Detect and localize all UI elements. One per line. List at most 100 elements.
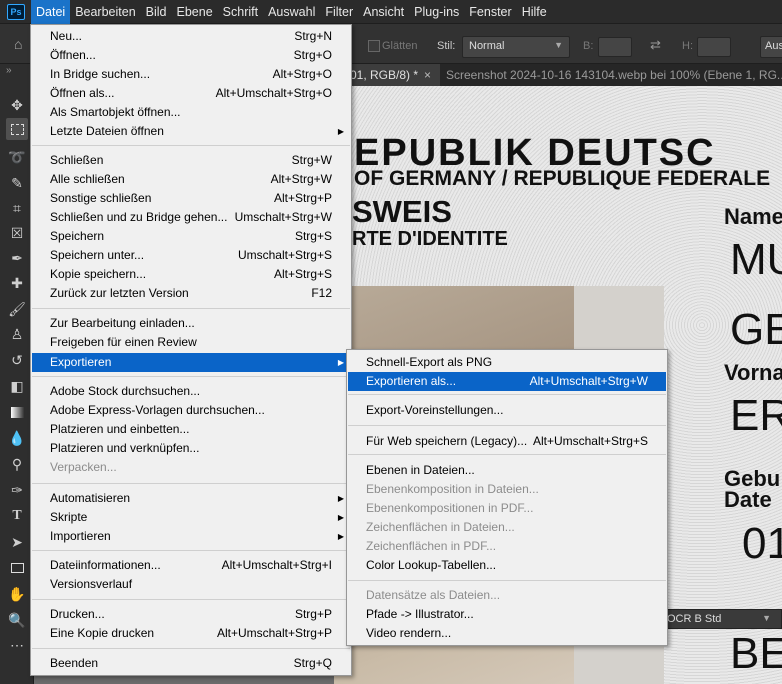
hand-tool-icon[interactable]: ✋ <box>6 583 28 605</box>
datei-item-platzieren-und-verknuepfen[interactable]: Platzieren und verknüpfen... <box>32 439 350 458</box>
photoshop-window: Ps Datei Bearbeiten Bild Ebene Schrift A… <box>0 0 782 684</box>
menu-filter[interactable]: Filter <box>320 0 358 24</box>
type-tool-icon[interactable]: T <box>6 505 28 527</box>
export-item-fuer-web-speichern-legacy[interactable]: Für Web speichern (Legacy)... Alt+Umschal… <box>348 432 666 451</box>
datei-item-neu[interactable]: Neu... Strg+N <box>32 27 350 46</box>
datei-item-schliessen-und-zu-bridge-gehen[interactable]: Schließen und zu Bridge gehen... Umschalt… <box>32 208 350 227</box>
menu-item-label: Zeichenflächen in PDF... <box>366 539 497 553</box>
datei-item-importieren[interactable]: Importieren ▶ <box>32 527 350 546</box>
menu-item-label: Neu... <box>50 29 83 43</box>
magic-wand-icon[interactable]: ✎ <box>6 172 28 194</box>
dodge-tool-icon[interactable]: ⚲ <box>6 453 28 475</box>
healing-brush-icon[interactable]: ✚ <box>6 272 28 294</box>
menu-separator <box>32 483 350 484</box>
lasso-tool-icon[interactable]: ➰ <box>6 146 28 168</box>
export-item-export-voreinstellungen[interactable]: Export-Voreinstellungen... <box>348 401 666 420</box>
pen-tool-icon[interactable]: ✑ <box>6 479 28 501</box>
menu-hilfe[interactable]: Hilfe <box>517 0 552 24</box>
stil-select[interactable]: Normal ▼ <box>462 36 570 58</box>
menu-item-label: Öffnen als... <box>50 86 115 100</box>
height-input[interactable] <box>697 37 731 57</box>
path-selection-icon[interactable]: ➤ <box>6 531 28 553</box>
vorname-value: ER <box>730 391 782 440</box>
datei-item-beenden[interactable]: Beenden Strg+Q <box>32 654 350 673</box>
tab-current-document[interactable]: 01, RGB/8) * × <box>344 64 440 86</box>
datei-item-zurueck-zur-letzten-version[interactable]: Zurück zur letzten Version F12 <box>32 284 350 303</box>
rectangle-tool-icon[interactable] <box>6 557 28 579</box>
datei-item-eine-kopie-drucken[interactable]: Eine Kopie drucken Alt+Umschalt+Strg+P <box>32 624 350 643</box>
stamp-tool-icon[interactable]: ♙ <box>6 323 28 345</box>
datei-item-adobe-stock-durchsuchen[interactable]: Adobe Stock durchsuchen... <box>32 382 350 401</box>
menu-plugins[interactable]: Plug-ins <box>409 0 464 24</box>
submenu-arrow-icon: ▶ <box>337 127 344 136</box>
menu-item-label: Schnell-Export als PNG <box>366 355 493 369</box>
datei-item-sonstige-schliessen[interactable]: Sonstige schließen Alt+Strg+P <box>32 189 350 208</box>
collapse-icon[interactable]: » <box>6 65 12 76</box>
menu-item-shortcut: Umschalt+Strg+W <box>234 210 332 224</box>
datei-item-freigeben-fuer-einen-review[interactable]: Freigeben für einen Review <box>32 333 350 352</box>
datei-item-als-smartobjekt-oeffnen[interactable]: Als Smartobjekt öffnen... <box>32 103 350 122</box>
datei-item-in-bridge-suchen[interactable]: In Bridge suchen... Alt+Strg+O <box>32 65 350 84</box>
menu-item-label: Schließen <box>50 153 104 167</box>
menu-separator <box>32 308 350 309</box>
frame-tool-icon[interactable]: ☒ <box>6 222 28 244</box>
eraser-icon[interactable]: ◧ <box>6 375 28 397</box>
datei-item-skripte[interactable]: Skripte ▶ <box>32 508 350 527</box>
move-tool-icon[interactable]: ✥ <box>6 94 28 116</box>
home-icon[interactable]: ⌂ <box>14 36 22 52</box>
datei-item-drucken[interactable]: Drucken... Strg+P <box>32 605 350 624</box>
datei-item-exportieren[interactable]: Exportieren ▶ <box>32 353 350 372</box>
datei-item-versionsverlauf[interactable]: Versionsverlauf <box>32 575 350 594</box>
crop-tool-icon[interactable]: ⌗ <box>6 197 28 219</box>
export-item-exportieren-als[interactable]: Exportieren als... Alt+Umschalt+Strg+W <box>348 372 666 391</box>
blur-tool-icon[interactable]: 💧 <box>6 427 28 449</box>
width-input[interactable] <box>598 37 632 57</box>
datei-item-automatisieren[interactable]: Automatisieren ▶ <box>32 489 350 508</box>
datei-item-zur-bearbeitung-einladen[interactable]: Zur Bearbeitung einladen... <box>32 314 350 333</box>
datei-item-kopie-speichern[interactable]: Kopie speichern... Alt+Strg+S <box>32 265 350 284</box>
brush-tool-icon[interactable]: 🖌 <box>6 298 28 320</box>
menu-datei[interactable]: Datei <box>31 0 71 24</box>
menu-item-label: Freigeben für einen Review <box>50 335 197 349</box>
marquee-tool-icon[interactable] <box>6 118 28 140</box>
menu-fenster[interactable]: Fenster <box>464 0 516 24</box>
close-icon[interactable]: × <box>424 68 431 82</box>
glaetten-checkbox[interactable] <box>368 40 380 52</box>
datei-item-letzte-dateien-oeffnen[interactable]: Letzte Dateien öffnen ▶ <box>32 122 350 141</box>
swap-icon[interactable]: ⇄ <box>650 37 661 53</box>
menu-item-label: Zeichenflächen in Dateien... <box>366 520 515 534</box>
export-item-video-rendern[interactable]: Video rendern... <box>348 624 666 643</box>
date-value: 01 <box>742 519 782 568</box>
tools-panel: » ✥ ➰ ✎ ⌗ ☒ ✒ ✚ 🖌 ♙ ↺ ◧ 💧 ⚲ ✑ T ➤ ✋ 🔍 ⋯ <box>0 64 34 684</box>
zoom-tool-icon[interactable]: 🔍 <box>6 609 28 631</box>
chevron-down-icon: ▼ <box>762 613 771 623</box>
menu-item-label: Zur Bearbeitung einladen... <box>50 316 195 330</box>
auswaehlen-button[interactable]: Aus <box>760 36 782 58</box>
export-item-color-lookup-tabellen[interactable]: Color Lookup-Tabellen... <box>348 556 666 575</box>
menu-bearbeiten[interactable]: Bearbeiten <box>70 0 140 24</box>
menu-auswahl[interactable]: Auswahl <box>263 0 320 24</box>
datei-item-schliessen[interactable]: Schließen Strg+W <box>32 151 350 170</box>
more-tools-icon[interactable]: ⋯ <box>6 634 28 656</box>
menu-ebene[interactable]: Ebene <box>172 0 218 24</box>
datei-item-adobe-express-vorlagen-durchsuchen[interactable]: Adobe Express-Vorlagen durchsuchen... <box>32 401 350 420</box>
export-item-ebenen-in-dateien[interactable]: Ebenen in Dateien... <box>348 461 666 480</box>
menu-ansicht[interactable]: Ansicht <box>358 0 409 24</box>
datei-item-dateiinformationen[interactable]: Dateiinformationen... Alt+Umschalt+Strg+I <box>32 556 350 575</box>
datei-item-oeffnen-als[interactable]: Öffnen als... Alt+Umschalt+Strg+O <box>32 84 350 103</box>
tab-screenshot-document[interactable]: Screenshot 2024-10-16 143104.webp bei 10… <box>440 64 782 86</box>
eyedropper-icon[interactable]: ✒ <box>6 247 28 269</box>
date-label: Date <box>724 487 772 512</box>
font-select[interactable]: OCR B Std ▼ <box>660 609 782 629</box>
menu-schrift[interactable]: Schrift <box>218 0 263 24</box>
history-brush-icon[interactable]: ↺ <box>6 349 28 371</box>
datei-item-speichern[interactable]: Speichern Strg+S <box>32 227 350 246</box>
datei-item-speichern-unter[interactable]: Speichern unter... Umschalt+Strg+S <box>32 246 350 265</box>
menu-bild[interactable]: Bild <box>141 0 172 24</box>
export-item-schnell-export-als-png[interactable]: Schnell-Export als PNG <box>348 353 666 372</box>
datei-item-oeffnen[interactable]: Öffnen... Strg+O <box>32 46 350 65</box>
export-item-pfade-illustrator[interactable]: Pfade -> Illustrator... <box>348 605 666 624</box>
datei-item-platzieren-und-einbetten[interactable]: Platzieren und einbetten... <box>32 420 350 439</box>
datei-item-alle-schliessen[interactable]: Alle schließen Alt+Strg+W <box>32 170 350 189</box>
gradient-tool-icon[interactable] <box>6 401 28 423</box>
